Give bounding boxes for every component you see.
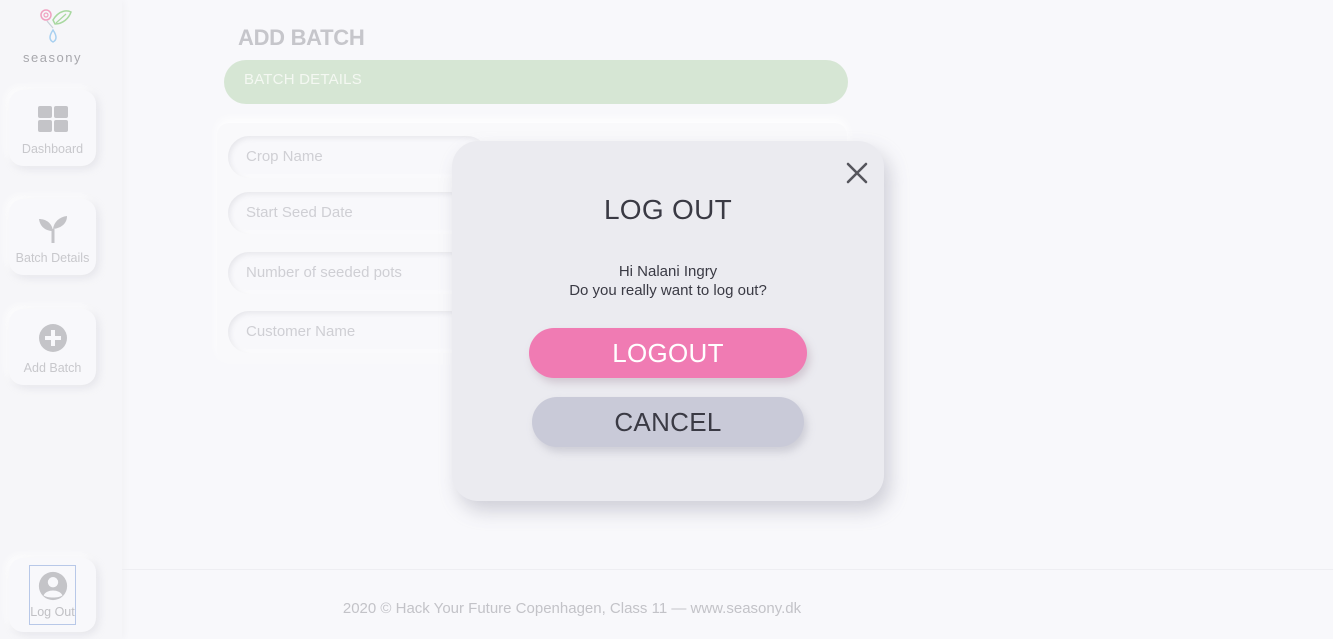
sidebar-item-label: Dashboard <box>21 142 84 156</box>
customer-name-input[interactable] <box>228 311 488 353</box>
sidebar-item-label: Batch Details <box>15 251 90 265</box>
sidebar-item-dashboard[interactable]: Dashboard <box>9 90 96 166</box>
sprout-icon <box>38 216 67 243</box>
dashboard-grid-icon <box>37 106 68 132</box>
section-header: BATCH DETAILS <box>224 60 848 104</box>
close-button[interactable] <box>842 158 872 188</box>
logout-button[interactable]: LOGOUT <box>529 328 807 378</box>
close-icon <box>846 162 868 184</box>
modal-title: LOG OUT <box>603 194 733 225</box>
greeting-text: Hi Nalani Ingry <box>618 263 718 280</box>
plus-circle-icon <box>38 324 67 352</box>
sidebar-item-logout[interactable]: Log Out <box>9 558 96 632</box>
crop-name-input[interactable] <box>228 136 488 178</box>
footer-text: 2020 © Hack Your Future Copenhagen, Clas… <box>342 600 802 617</box>
sidebar-item-label: Log Out <box>30 605 75 619</box>
start-seed-date-input[interactable] <box>228 192 488 234</box>
footer-divider <box>122 569 1333 570</box>
logo-text: seasony <box>23 50 82 65</box>
sidebar-item-label: Add Batch <box>23 361 82 375</box>
confirm-question: Do you really want to log out? <box>569 282 767 299</box>
sidebar-item-add-batch[interactable]: Add Batch <box>9 309 96 385</box>
modal-message: Hi Nalani Ingry Do you really want to lo… <box>452 262 884 300</box>
seasony-logo[interactable] <box>0 6 105 55</box>
user-avatar-icon <box>38 571 67 601</box>
cancel-button[interactable]: CANCEL <box>532 397 804 447</box>
logout-focus-outline: Log Out <box>29 565 76 625</box>
page-title: ADD BATCH <box>238 25 365 50</box>
logout-modal: LOG OUT Hi Nalani Ingry Do you really wa… <box>452 141 884 501</box>
seeded-pots-input[interactable] <box>228 252 488 294</box>
sidebar: seasony Dashboard Batch Details Add Batc… <box>0 0 122 639</box>
sidebar-item-batch-details[interactable]: Batch Details <box>9 199 96 275</box>
logo-icon <box>39 9 72 43</box>
